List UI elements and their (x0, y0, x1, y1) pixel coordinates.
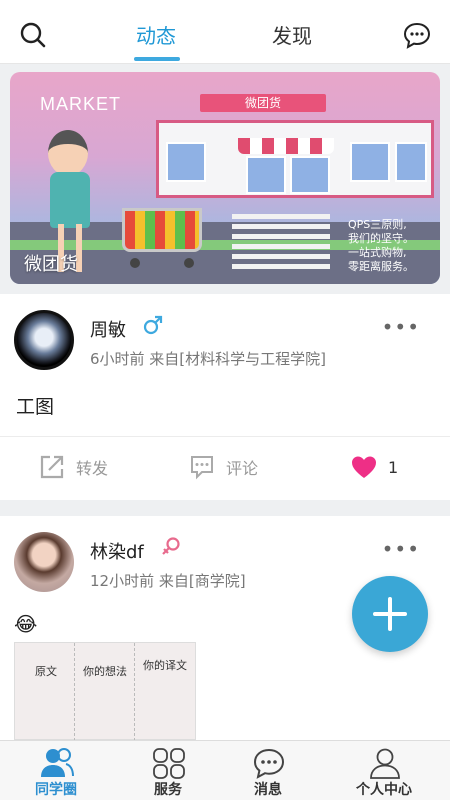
comment-label: 评论 (226, 459, 259, 478)
meme-label: 你的想法 (83, 665, 127, 678)
banner-market-text: MARKET (40, 94, 122, 114)
nav-label: 个人中心 (356, 782, 412, 798)
banner-crosswalk (232, 214, 330, 272)
banner-girl-head (48, 130, 88, 176)
grid-icon (153, 748, 185, 779)
shopping-cart-illustration (122, 208, 202, 252)
laughing-emoji: 😂 (14, 612, 38, 636)
share-icon (40, 455, 64, 479)
share-button[interactable]: 转发 (38, 452, 108, 482)
banner-store-sign: 微团货 (200, 94, 326, 112)
post-text: 工图 (16, 396, 55, 418)
active-tab-indicator (134, 57, 180, 61)
post-image[interactable]: 原文 你的想法 你的译文 (14, 642, 196, 741)
top-bar: 动态 发现 (0, 0, 450, 64)
divider (0, 436, 450, 437)
avatar[interactable] (14, 310, 74, 370)
nav-label: 同学圈 (35, 782, 77, 798)
share-label: 转发 (76, 459, 109, 478)
cart-wheel (184, 258, 194, 268)
heart-icon (352, 456, 376, 478)
meme-label: 原文 (35, 665, 57, 678)
like-button[interactable]: 1 (350, 452, 398, 482)
slogan-line: 一站式购物, (348, 246, 407, 259)
nav-item-classmates[interactable]: 同学圈 (0, 741, 112, 800)
comment-button[interactable]: 评论 (188, 452, 258, 482)
comment-icon (191, 456, 213, 480)
person-icon (370, 748, 400, 779)
meme-label: 你的译文 (143, 659, 187, 672)
tab-discover[interactable]: 发现 (272, 20, 312, 49)
store-awning (238, 138, 334, 154)
bottom-nav: 同学圈 服务 消息 个人中心 (0, 740, 450, 800)
slogan-line: 我们的坚守。 (348, 232, 414, 245)
store-window (166, 142, 206, 182)
avatar[interactable] (14, 532, 74, 592)
nav-item-profile[interactable]: 个人中心 (328, 741, 440, 800)
message-icon (253, 748, 285, 779)
store-door (246, 156, 286, 194)
store-window (395, 142, 427, 182)
search-icon[interactable] (18, 20, 48, 50)
more-options-icon[interactable]: ••• (382, 539, 420, 559)
chat-bubble-icon[interactable] (402, 20, 432, 50)
cart-wheel (130, 258, 140, 268)
slogan-line: QPS三原则, (348, 218, 407, 231)
post-card[interactable]: 周敏 6小时前 来自[材料科学与工程学院] ••• 工图 转发 评论 1 (0, 294, 450, 500)
like-count: 1 (388, 457, 399, 477)
store-window (350, 142, 390, 182)
tab-dynamic[interactable]: 动态 (136, 20, 176, 49)
banner-caption: 微团货 (24, 254, 78, 275)
author-name[interactable]: 周敏 (90, 316, 126, 342)
nav-item-messages[interactable]: 消息 (212, 741, 324, 800)
banner-girl-body (50, 172, 90, 228)
post-meta: 12小时前 来自[商学院] (90, 572, 246, 590)
female-icon (162, 537, 180, 555)
male-icon (143, 315, 163, 335)
people-icon (41, 748, 74, 777)
slogan-line: 零距离服务。 (348, 260, 414, 273)
store-door (290, 156, 330, 194)
post-meta: 6小时前 来自[材料科学与工程学院] (90, 350, 327, 368)
promo-banner[interactable]: MARKET 微团货 QPS三原则, 我们的坚守。 一站式购物, 零距离服务。 … (10, 72, 440, 284)
nav-label: 消息 (254, 782, 282, 798)
nav-label: 服务 (154, 782, 182, 798)
more-options-icon[interactable]: ••• (382, 317, 420, 337)
nav-item-services[interactable]: 服务 (112, 741, 224, 800)
author-name[interactable]: 林染df (90, 538, 144, 564)
meme-column (75, 643, 135, 741)
banner-slogan: QPS三原则, 我们的坚守。 一站式购物, 零距离服务。 (348, 218, 440, 274)
add-post-button[interactable] (352, 576, 428, 652)
meme-column (15, 643, 75, 741)
